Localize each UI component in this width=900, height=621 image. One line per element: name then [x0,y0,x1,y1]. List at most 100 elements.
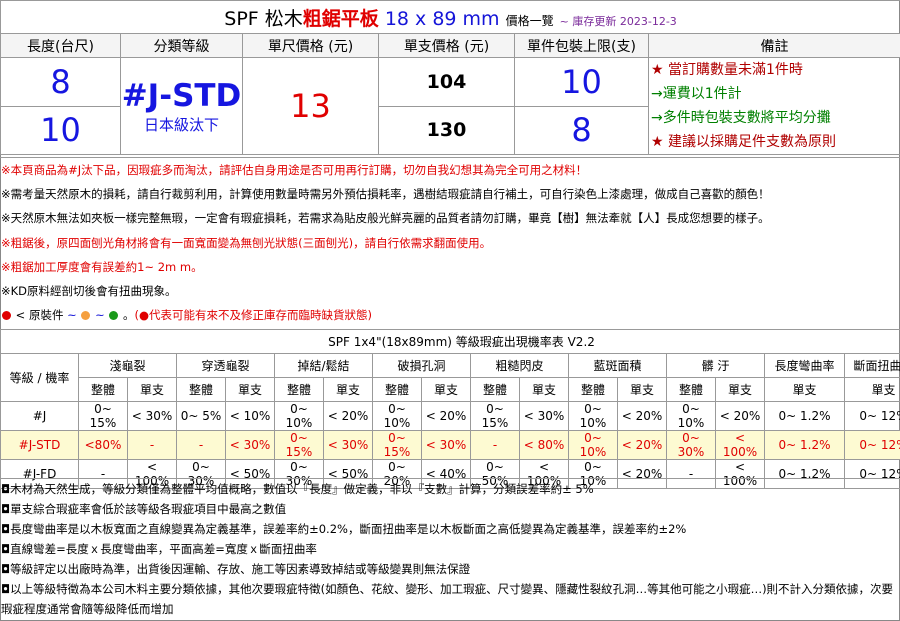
header-grade: 分類等級 [120,33,243,58]
sub-header-piece: 單支 [127,377,177,402]
rate-cell: < 20% [715,401,765,431]
rate-cell: - [176,430,226,460]
rate-cell: < 100% [715,430,765,460]
sub-header-piece: 單支 [421,377,471,402]
header-length: 長度(台尺) [0,33,121,58]
grade-label: #J-STD [0,430,79,460]
group-header: 藍斑面積 [568,353,667,378]
rate-cell: 0~ 12% [843,401,900,431]
length-value: 8 [0,57,121,107]
green-dot-icon [109,311,119,321]
rate-cell: < 10% [225,401,275,431]
defect-table-title: SPF 1x4"(18x89mm) 等級瑕疵出現機率表 V2.2 [0,329,900,354]
grade-label: #J [0,401,79,431]
product-note: ※本頁商品為#J汰下品，因瑕疵多而淘汰，請評估自身用途是否可用再行訂購，切勿自我… [1,163,588,177]
sub-header-piece: 單支 [843,377,900,402]
rate-cell: < 30% [519,401,569,431]
rate-cell: < 30% [127,401,177,431]
product-notes: ※本頁商品為#J汰下品，因瑕疵多而淘汰，請評估自身用途是否可用再行訂購，切勿自我… [0,157,900,327]
piece-price-value: 104 [378,57,515,107]
rate-cell: 0~ 15% [274,430,324,460]
sub-header-whole: 整體 [176,377,226,402]
sub-header-piece: 單支 [764,377,845,402]
grade-row: #J 0~ 15% < 30% 0~ 5% < 10% 0~ 10% < 20%… [0,401,900,431]
sub-header-whole: 整體 [666,377,716,402]
rate-cell: < 20% [617,430,667,460]
note-line: →運費以1件計 [651,86,742,102]
rate-cell: < 20% [617,401,667,431]
group-header: 長度彎曲率 [764,353,845,378]
rate-cell: < 30% [225,430,275,460]
corner-header: 等級 / 機率 [0,353,79,402]
update-note: ~ 庫存更新 2023-12-3 [559,14,677,28]
header-unit-price: 單尺價格 (元) [242,33,379,58]
sub-header-whole: 整體 [372,377,422,402]
unit-price-value: 13 [242,57,379,155]
defect-rate-table: SPF 1x4"(18x89mm) 等級瑕疵出現機率表 V2.2 等級 / 機率… [0,329,900,489]
rate-cell: 0~ 15% [78,401,128,431]
grade-name: 日本級汰下 [143,115,219,134]
sub-header-whole: 整體 [78,377,128,402]
product-note: ※KD原料經剖切後會有扭曲現象。 [1,283,177,298]
length-value: 10 [0,105,121,155]
rate-cell: - [470,430,520,460]
header-piece-price: 單支價格 (元) [378,33,515,58]
header-pack-limit: 單件包裝上限(支) [514,33,649,58]
sub-header-whole: 整體 [568,377,618,402]
grading-note: ◘長度彎曲率是以木板寬面之直線變異為定義基準，誤差率約±0.2%，斷面扭曲率是以… [1,522,687,536]
legend-suffix: 。 [123,308,135,323]
grade-row-highlighted: #J-STD <80% - - < 30% 0~ 15% < 30% 0~ 15… [0,430,900,460]
sub-header-piece: 單支 [715,377,765,402]
grading-note: ◘單支綜合瑕疵率會低於該等級各瑕疵項目中最高之數值 [1,502,287,516]
legend-prefix: < 原裝件 [15,308,64,323]
group-header: 破損孔洞 [372,353,471,378]
group-header: 斷面扭曲率 [843,353,900,378]
legend-sep: ~ [67,308,77,323]
rate-cell: < 20% [323,401,373,431]
rate-cell: 0~ 1.2% [764,401,845,431]
grading-note: ◘木材為天然生成，等級分類僅為整體平均值概略，數值以『長度』做定義，非以『支數』… [1,482,594,496]
sub-header-piece: 單支 [323,377,373,402]
title-highlight: 粗鋸平板 [302,7,379,30]
sub-header-piece: 單支 [617,377,667,402]
stock-legend: < 原裝件 ~ ~ 。(●代表可能有來不及修正庫存而臨時缺貨狀態) [0,303,900,327]
rate-cell: 0~ 15% [470,401,520,431]
red-dot-icon [2,311,11,321]
rate-cell: 0~ 10% [372,401,422,431]
group-header: 淺龜裂 [78,353,177,378]
grade-cell: #J-STD 日本級汰下 [120,57,243,155]
product-note: ※粗鋸加工厚度會有誤差約1~ 2m m。 [1,259,203,274]
note-line: ★ 建議以採購足件支數為原則 [651,134,837,150]
sub-header-piece: 單支 [225,377,275,402]
sub-header-piece: 單支 [519,377,569,402]
rate-cell: 0~ 30% [666,430,716,460]
product-note: ※需考量天然原木的損耗，請自行裁剪利用，計算使用數量時需另外預估損耗率，遇樹結瑕… [1,187,770,202]
title-list-label: 價格一覽 [505,13,554,28]
rate-cell: < 80% [519,430,569,460]
rate-cell: - [127,430,177,460]
grading-note: ◘以上等級特徵為本公司木料主要分類依據，其他次要瑕疵特徵(如顏色、花紋、變形、加… [1,582,894,616]
notes-cell: ★ 當訂購數量未滿1件時 →運費以1件計 →多件時包裝支數將平均分攤 ★ 建議以… [647,57,900,155]
rate-cell: < 20% [421,401,471,431]
rate-cell: 0~ 10% [274,401,324,431]
rate-cell: 0~ 12% [843,430,900,460]
legend-note: (●代表可能有來不及修正庫存而臨時缺貨狀態) [134,308,373,323]
rate-cell: <80% [78,430,128,460]
title-size: 18 x 89 mm [384,7,500,30]
piece-price-value: 130 [378,105,515,155]
grade-code: #J-STD [121,77,242,114]
rate-cell: 0~ 10% [568,430,618,460]
sub-header-whole: 整體 [274,377,324,402]
grading-note: ◘等級評定以出廠時為準，出貨後因運輸、存放、施工等因素導致掉結或等級變異則無法保… [1,562,471,576]
header-notes: 備註 [647,33,900,58]
grading-notes: ◘木材為天然生成，等級分類僅為整體平均值概略，數值以『長度』做定義，非以『支數』… [0,478,900,621]
rate-cell: < 30% [421,430,471,460]
orange-dot-icon [81,311,91,321]
rate-cell: 0~ 5% [176,401,226,431]
note-line: ★ 當訂購數量未滿1件時 [651,62,803,78]
rate-cell: 0~ 10% [666,401,716,431]
rate-cell: 0~ 1.2% [764,430,845,460]
group-header: 粗糙閃皮 [470,353,569,378]
group-header: 掉結/鬆結 [274,353,373,378]
grading-note: ◘直線彎差=長度ｘ長度彎曲率，平面高差=寬度ｘ斷面扭曲率 [1,542,317,556]
